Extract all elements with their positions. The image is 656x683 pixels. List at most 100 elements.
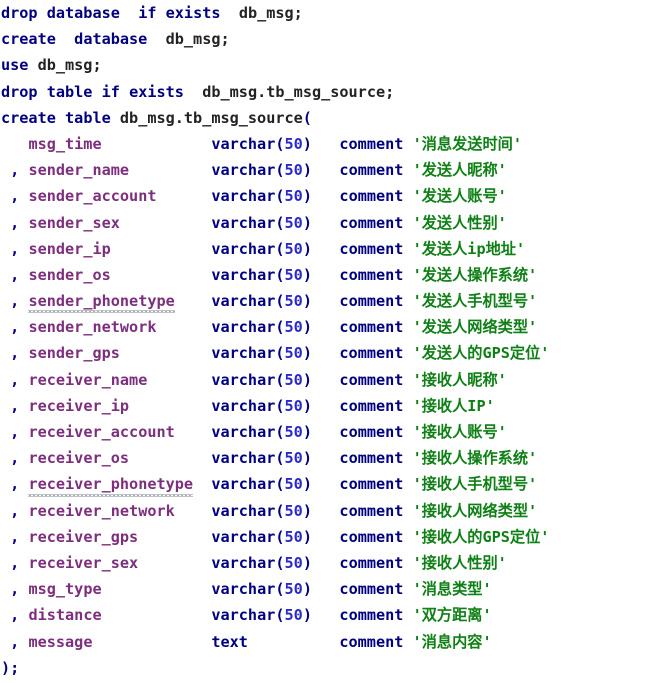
code-line-close-statement[interactable]: ); bbox=[0, 655, 656, 681]
comment-keyword: comment bbox=[339, 527, 404, 546]
code-line-column-receiver_network[interactable]: , receiver_network varchar(50) comment '… bbox=[0, 498, 656, 524]
code-line-column-msg_time[interactable]: msg_time varchar(50) comment '消息发送时间' bbox=[0, 131, 656, 157]
type-size: 50 bbox=[284, 265, 303, 284]
type-close-paren: ) bbox=[302, 213, 312, 232]
type-open-paren: ( bbox=[275, 396, 285, 415]
comment-keyword: comment bbox=[339, 553, 404, 572]
column-type-keyword: varchar bbox=[211, 318, 276, 337]
column-name: receiver_name bbox=[28, 370, 148, 389]
column-type-keyword: varchar bbox=[211, 449, 276, 468]
type-size: 50 bbox=[284, 344, 303, 363]
type-close-paren: ) bbox=[302, 396, 312, 415]
comment-keyword: comment bbox=[339, 580, 404, 599]
keyword-exists: exists bbox=[129, 82, 184, 101]
column-separator-comma: , bbox=[10, 396, 20, 415]
type-open-paren: ( bbox=[275, 213, 285, 232]
column-separator-comma: , bbox=[10, 318, 20, 337]
column-name: receiver_os bbox=[28, 449, 130, 468]
column-comment-string: '接收人手机型号' bbox=[412, 475, 538, 494]
keyword-database: database bbox=[74, 30, 148, 49]
code-line-column-receiver_name[interactable]: , receiver_name varchar(50) comment '接收人… bbox=[0, 367, 656, 393]
column-type-keyword: varchar bbox=[211, 396, 276, 415]
type-close-paren: ) bbox=[302, 423, 312, 441]
type-open-paren: ( bbox=[275, 527, 285, 546]
type-size: 50 bbox=[284, 606, 303, 625]
column-type-keyword: varchar bbox=[211, 580, 276, 599]
code-line-column-distance[interactable]: , distance varchar(50) comment '双方距离' bbox=[0, 602, 656, 628]
type-open-paren: ( bbox=[275, 344, 285, 363]
column-type-keyword: varchar bbox=[211, 265, 276, 284]
keyword-if: if bbox=[101, 82, 120, 101]
column-separator-comma: , bbox=[10, 292, 20, 311]
column-separator-comma: , bbox=[10, 423, 20, 441]
column-definition-list: msg_time varchar(50) comment '消息发送时间' , … bbox=[0, 131, 656, 655]
type-close-paren: ) bbox=[302, 580, 312, 599]
column-type-keyword: varchar bbox=[211, 292, 276, 311]
database-identifier: db_msg; bbox=[238, 4, 303, 22]
comment-keyword: comment bbox=[339, 370, 404, 389]
type-size: 50 bbox=[284, 580, 303, 599]
type-close-paren: ) bbox=[302, 501, 312, 520]
code-line-column-sender_phonetype[interactable]: , sender_phonetype varchar(50) comment '… bbox=[0, 288, 656, 314]
column-comment-string: '接收人IP' bbox=[412, 396, 495, 415]
type-close-paren: ) bbox=[302, 370, 312, 389]
code-line-create-table[interactable]: create table db_msg.tb_msg_source( bbox=[0, 105, 656, 131]
code-line-column-sender_gps[interactable]: , sender_gps varchar(50) comment '发送人的GP… bbox=[0, 340, 656, 366]
comment-keyword: comment bbox=[339, 396, 404, 415]
code-line-column-msg_type[interactable]: , msg_type varchar(50) comment '消息类型' bbox=[0, 576, 656, 602]
column-name: receiver_sex bbox=[28, 553, 139, 572]
type-size: 50 bbox=[284, 187, 303, 206]
type-close-paren: ) bbox=[302, 292, 312, 311]
column-comment-string: '发送人昵称' bbox=[412, 161, 507, 180]
column-name: sender_os bbox=[28, 265, 111, 284]
type-close-paren: ) bbox=[302, 239, 312, 258]
column-separator-comma: , bbox=[10, 553, 20, 572]
code-line-column-message[interactable]: , message text comment '消息内容' bbox=[0, 629, 656, 655]
code-line-column-receiver_account[interactable]: , receiver_account varchar(50) comment '… bbox=[0, 419, 656, 445]
code-line-create-database[interactable]: create database db_msg; bbox=[0, 26, 656, 52]
code-line-drop-table[interactable]: drop table if exists db_msg.tb_msg_sourc… bbox=[0, 79, 656, 105]
code-line-column-receiver_os[interactable]: , receiver_os varchar(50) comment '接收人操作… bbox=[0, 445, 656, 471]
column-type-keyword: varchar bbox=[211, 213, 276, 232]
type-size: 50 bbox=[284, 161, 303, 180]
column-type-keyword: varchar bbox=[211, 134, 276, 153]
column-type-keyword: varchar bbox=[211, 187, 276, 206]
code-line-column-receiver_ip[interactable]: , receiver_ip varchar(50) comment '接收人IP… bbox=[0, 393, 656, 419]
column-comment-string: '发送人手机型号' bbox=[412, 292, 538, 311]
comment-keyword: comment bbox=[339, 606, 404, 625]
code-line-column-receiver_sex[interactable]: , receiver_sex varchar(50) comment '接收人性… bbox=[0, 550, 656, 576]
column-name: distance bbox=[28, 606, 102, 625]
column-comment-string: '接收人网络类型' bbox=[412, 501, 538, 520]
code-line-column-receiver_gps[interactable]: , receiver_gps varchar(50) comment '接收人的… bbox=[0, 524, 656, 550]
table-identifier: db_msg.tb_msg_source; bbox=[202, 82, 395, 101]
column-separator-comma: , bbox=[10, 606, 20, 625]
keyword-create: create bbox=[1, 108, 56, 127]
code-line-use-database[interactable]: use db_msg; bbox=[0, 52, 656, 78]
keyword-exists: exists bbox=[165, 4, 221, 22]
column-type-keyword: varchar bbox=[211, 344, 276, 363]
keyword-table: table bbox=[65, 108, 111, 127]
database-identifier: db_msg; bbox=[37, 56, 102, 75]
comment-keyword: comment bbox=[339, 265, 404, 284]
code-line-column-sender_ip[interactable]: , sender_ip varchar(50) comment '发送人ip地址… bbox=[0, 236, 656, 262]
code-line-column-sender_os[interactable]: , sender_os varchar(50) comment '发送人操作系统… bbox=[0, 262, 656, 288]
column-name: sender_phonetype bbox=[28, 288, 176, 314]
column-name: msg_type bbox=[28, 580, 102, 599]
code-line-column-sender_network[interactable]: , sender_network varchar(50) comment '发送… bbox=[0, 314, 656, 340]
code-line-column-sender_name[interactable]: , sender_name varchar(50) comment '发送人昵称… bbox=[0, 157, 656, 183]
column-separator-comma: , bbox=[10, 501, 20, 520]
sql-code-editor[interactable]: drop database if exists db_msg; create d… bbox=[0, 0, 656, 683]
type-size: 50 bbox=[284, 213, 303, 232]
type-open-paren: ( bbox=[275, 292, 285, 311]
comment-keyword: comment bbox=[339, 423, 404, 441]
code-line-column-sender_account[interactable]: , sender_account varchar(50) comment '发送… bbox=[0, 183, 656, 209]
code-line-column-sender_sex[interactable]: , sender_sex varchar(50) comment '发送人性别' bbox=[0, 210, 656, 236]
code-line-column-receiver_phonetype[interactable]: , receiver_phonetype varchar(50) comment… bbox=[0, 471, 656, 497]
column-name: sender_sex bbox=[28, 213, 120, 232]
column-type-keyword: varchar bbox=[211, 475, 276, 494]
type-close-paren: ) bbox=[302, 475, 312, 494]
code-line-drop-database[interactable]: drop database if exists db_msg; bbox=[0, 0, 656, 26]
column-comment-string: '发送人性别' bbox=[412, 213, 507, 232]
close-paren-semicolon: ); bbox=[1, 658, 20, 677]
column-name: sender_account bbox=[28, 187, 157, 206]
